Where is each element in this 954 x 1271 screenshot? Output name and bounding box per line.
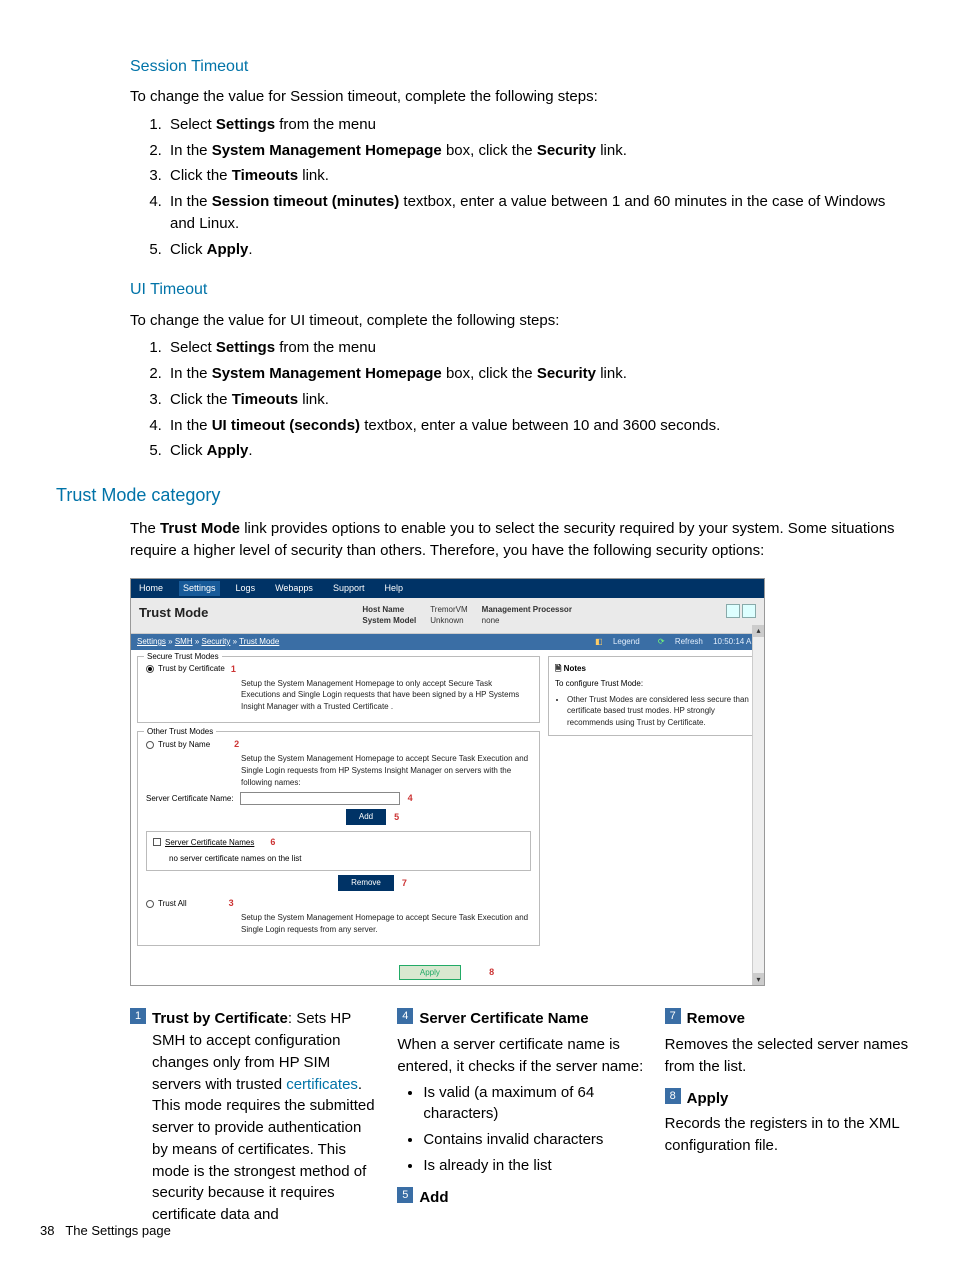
step: Select Settings from the menu — [166, 337, 914, 359]
menu-help[interactable]: Help — [380, 581, 407, 596]
callout-1: 1 — [229, 663, 238, 676]
session-timeout-heading: Session Timeout — [130, 55, 914, 78]
num-8: 8 — [665, 1088, 681, 1104]
app-menu: Home Settings Logs Webapps Support Help — [131, 579, 764, 598]
notes-panel: 🗎 Notes To configure Trust Mode: Other T… — [548, 656, 758, 736]
remove-button[interactable]: Remove — [338, 875, 394, 891]
menu-home[interactable]: Home — [135, 581, 167, 596]
num-1: 1 — [130, 1008, 146, 1024]
num-5: 5 — [397, 1187, 413, 1203]
menu-webapps[interactable]: Webapps — [271, 581, 317, 596]
trust-mode-screenshot: Home Settings Logs Webapps Support Help … — [130, 578, 765, 987]
ui-timeout-intro: To change the value for UI timeout, comp… — [130, 310, 914, 332]
legend-link[interactable]: ◧ Legend — [587, 637, 640, 646]
legend-item-8: 8Apply Records the registers in to the X… — [665, 1088, 914, 1157]
add-button[interactable]: Add — [346, 809, 386, 825]
view-grid-icon[interactable] — [742, 604, 756, 618]
session-timeout-intro: To change the value for Session timeout,… — [130, 86, 914, 108]
scroll-down-arrow[interactable]: ▾ — [753, 973, 764, 985]
page-number: 38 — [40, 1223, 54, 1238]
trust-mode-para: The Trust Mode link provides options to … — [130, 518, 914, 562]
callout-2: 2 — [232, 738, 241, 751]
step: In the System Management Homepage box, c… — [166, 363, 914, 385]
step: Click the Timeouts link. — [166, 165, 914, 187]
step: Select Settings from the menu — [166, 114, 914, 136]
bc-settings[interactable]: Settings — [137, 637, 166, 646]
ui-timeout-steps: Select Settings from the menu In the Sys… — [130, 337, 914, 462]
callout-6: 6 — [268, 836, 277, 849]
host-grid: Host NameSystem Model TremorVMUnknown Ma… — [362, 604, 572, 627]
menu-logs[interactable]: Logs — [232, 581, 260, 596]
callout-legend: 1 Trust by Certificate: Sets HP SMH to a… — [130, 1008, 914, 1236]
legend-item-1: 1 Trust by Certificate: Sets HP SMH to a… — [130, 1008, 379, 1226]
view-card-icon[interactable] — [726, 604, 740, 618]
legend-item-5: 5Add — [397, 1187, 646, 1209]
other-trust-modes-fieldset: Other Trust Modes Trust by Name 2 Setup … — [137, 731, 540, 946]
trust-mode-heading: Trust Mode category — [56, 482, 914, 508]
bc-security[interactable]: Security — [202, 637, 231, 646]
bc-trustmode[interactable]: Trust Mode — [239, 637, 279, 646]
page-header: Trust Mode Host NameSystem Model TremorV… — [131, 598, 764, 634]
server-cert-names-fieldset: Server Certificate Names 6 no server cer… — [146, 831, 531, 872]
callout-8: 8 — [487, 967, 496, 977]
breadcrumb-bar: Settings » SMH » Security » Trust Mode ◧… — [131, 634, 764, 650]
step: In the System Management Homepage box, c… — [166, 140, 914, 162]
legend-item-4: 4Server Certificate Name When a server c… — [397, 1008, 646, 1176]
callout-5: 5 — [392, 811, 401, 824]
menu-settings[interactable]: Settings — [179, 581, 220, 596]
num-7: 7 — [665, 1008, 681, 1024]
page-footer: 38 The Settings page — [40, 1222, 171, 1241]
trust-by-name-radio[interactable] — [146, 741, 154, 749]
bc-smh[interactable]: SMH — [175, 637, 193, 646]
legend-item-7: 7Remove Removes the selected server name… — [665, 1008, 914, 1077]
callout-4: 4 — [406, 792, 415, 805]
ui-timeout-section: UI Timeout To change the value for UI ti… — [130, 278, 914, 462]
step: Click Apply. — [166, 440, 914, 462]
step: Click Apply. — [166, 239, 914, 261]
apply-button[interactable]: Apply — [399, 965, 461, 980]
step: In the UI timeout (seconds) textbox, ent… — [166, 415, 914, 437]
scrollbar[interactable]: ▴ ▾ — [752, 625, 764, 986]
cert-name-input[interactable] — [240, 792, 400, 805]
certificates-link[interactable]: certificates — [286, 1076, 358, 1093]
callout-3: 3 — [227, 897, 236, 910]
cert-name-label: Server Certificate Name: — [146, 793, 234, 805]
breadcrumb: Settings » SMH » Security » Trust Mode — [137, 636, 279, 648]
notes-icon: 🗎 — [555, 664, 561, 673]
trust-all-radio[interactable] — [146, 900, 154, 908]
session-timeout-steps: Select Settings from the menu In the Sys… — [130, 114, 914, 261]
footer-label: The Settings page — [65, 1223, 171, 1238]
trust-by-certificate-radio[interactable] — [146, 665, 154, 673]
scroll-up-arrow[interactable]: ▴ — [753, 625, 764, 637]
view-icons — [726, 604, 756, 618]
ui-timeout-heading: UI Timeout — [130, 278, 914, 301]
server-cert-names-checkbox[interactable] — [153, 838, 161, 846]
page-title: Trust Mode — [139, 604, 208, 623]
step: Click the Timeouts link. — [166, 389, 914, 411]
menu-support[interactable]: Support — [329, 581, 369, 596]
callout-7: 7 — [400, 877, 409, 890]
session-timeout-section: Session Timeout To change the value for … — [130, 55, 914, 260]
step: In the Session timeout (minutes) textbox… — [166, 191, 914, 235]
num-4: 4 — [397, 1008, 413, 1024]
refresh-link[interactable]: ⟳ Refresh — [650, 637, 703, 646]
secure-trust-modes-fieldset: Secure Trust Modes Trust by Certificate … — [137, 656, 540, 724]
